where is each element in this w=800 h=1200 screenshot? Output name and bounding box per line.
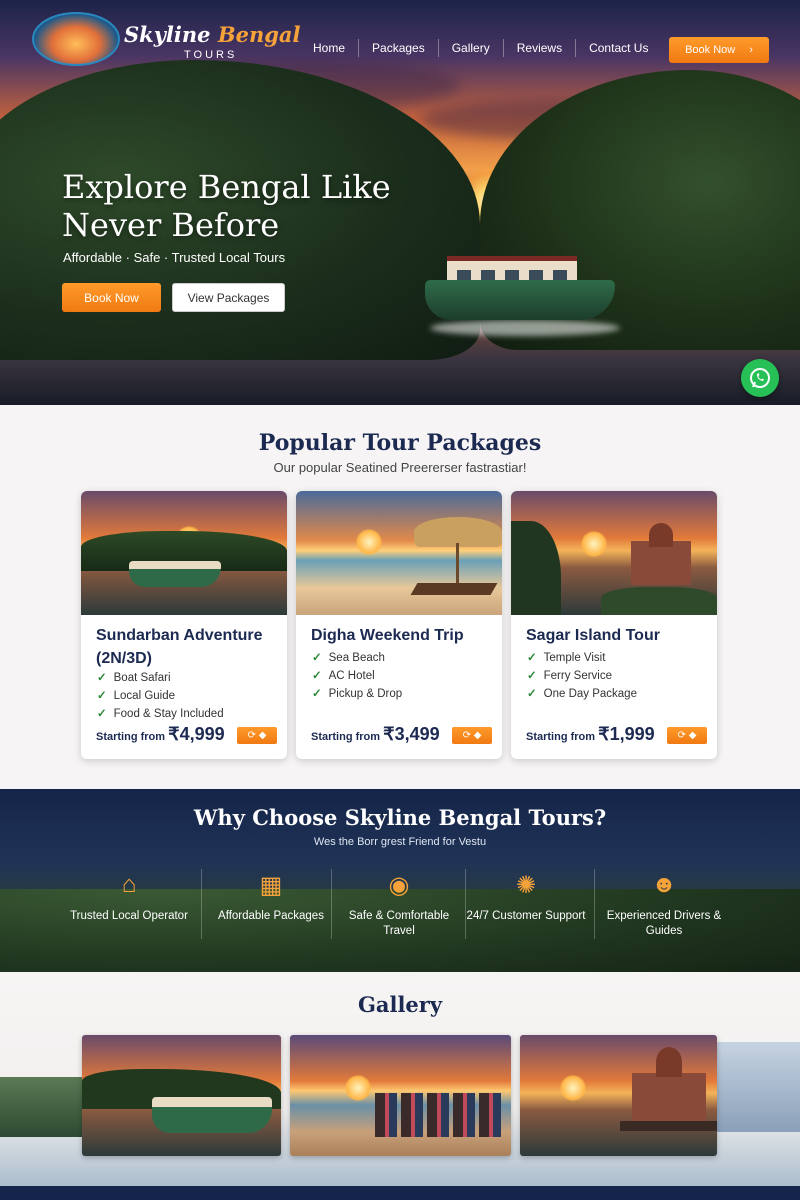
feature-support: ✺ 24/7 Customer Support	[461, 869, 591, 924]
logo-emblem-icon	[32, 12, 120, 66]
why-title: Why Choose Skyline Bengal Tours?	[193, 805, 607, 830]
package-card-sundarban[interactable]: Sundarban Adventure (2N/3D) ✓ Boat Safari…	[81, 491, 287, 759]
package-price: Starting from ₹1,999	[526, 724, 655, 744]
list-item: ✓ One Day Package	[527, 688, 637, 700]
header-book-now-button[interactable]: Book Now ›	[669, 37, 769, 63]
packages-section: Popular Tour Packages Our popular Seatin…	[0, 405, 800, 789]
divider	[201, 869, 202, 939]
support-icon: ✺	[515, 871, 537, 899]
divider	[594, 869, 595, 939]
why-subtitle: Wes the Borr grest Friend for Vestu	[313, 836, 487, 848]
package-book-button[interactable]: ⟳ ◆	[237, 727, 277, 744]
check-icon: ✓	[97, 708, 107, 720]
shield-icon: ◉	[388, 871, 410, 899]
package-price: Starting from ₹3,499	[311, 724, 440, 744]
list-item: ✓ Food & Stay Included	[97, 708, 224, 720]
list-item: ✓ AC Hotel	[312, 670, 375, 682]
package-title: Sagar Island Tour	[526, 627, 660, 644]
footer-strip	[0, 1186, 800, 1200]
check-icon: ✓	[527, 652, 537, 664]
divider	[331, 869, 332, 939]
feature-safe: ◉ Safe & Comfortable Travel	[334, 869, 464, 939]
nav-contact[interactable]: Contact Us	[576, 39, 661, 57]
package-features: ✓ Sea Beach ✓ AC Hotel ✓ Pickup & Drop	[312, 649, 402, 703]
brand-sub: TOURS	[184, 49, 238, 61]
nav-gallery[interactable]: Gallery	[439, 39, 504, 57]
nav-home[interactable]: Home	[300, 39, 360, 57]
list-item: ✓ Local Guide	[97, 690, 176, 702]
check-icon: ✓	[527, 688, 537, 700]
package-features: ✓ Temple Visit ✓ Ferry Service ✓ One Day Pa…	[527, 649, 637, 703]
whatsapp-button[interactable]	[741, 359, 779, 397]
gallery-bg-left	[0, 1077, 82, 1137]
brand-name: Skyline Bengal	[124, 22, 301, 47]
check-icon: ✓	[97, 690, 107, 702]
feature-drivers: ☻ Experienced Drivers & Guides	[606, 871, 722, 937]
gallery-title: Gallery	[357, 992, 443, 1017]
hero-boat-image	[425, 250, 615, 336]
sundarban-image	[81, 491, 287, 615]
check-icon: ✓	[312, 688, 322, 700]
hero-section: Skyline Bengal TOURS Home Packages Galle…	[0, 0, 800, 405]
gallery-bg-right	[716, 1042, 800, 1132]
brand-logo[interactable]: Skyline Bengal TOURS	[32, 10, 300, 68]
whatsapp-icon	[750, 368, 770, 388]
hero-book-now-button[interactable]: Book Now	[62, 283, 161, 312]
gallery-image-temple[interactable]	[520, 1035, 717, 1156]
package-book-button[interactable]: ⟳ ◆	[667, 727, 707, 744]
nav-reviews[interactable]: Reviews	[504, 39, 577, 57]
gallery-image-boat[interactable]	[82, 1035, 281, 1156]
view-packages-button[interactable]: View Packages	[172, 283, 285, 312]
list-item: ✓ Sea Beach	[312, 652, 385, 664]
house-icon: ⌂	[121, 871, 137, 898]
main-nav: Home Packages Gallery Reviews Contact Us	[300, 38, 661, 58]
check-icon: ✓	[312, 670, 322, 682]
packages-subtitle: Our popular Seatined Preererser fastrast…	[273, 460, 527, 475]
list-item: ✓ Temple Visit	[527, 652, 606, 664]
package-card-sagar[interactable]: Sagar Island Tour ✓ Temple Visit ✓ Ferry S…	[511, 491, 717, 759]
header-book-now-label: Book Now	[685, 44, 736, 56]
gallery-section: Gallery	[0, 972, 800, 1200]
package-card-digha[interactable]: Digha Weekend Trip ✓ Sea Beach ✓ AC Hotel …	[296, 491, 502, 759]
check-icon: ✓	[97, 672, 107, 684]
arrow-icon: ⟳ ◆	[247, 730, 267, 741]
digha-image	[296, 491, 502, 615]
bus-icon: ▦	[259, 871, 283, 899]
package-title: Digha Weekend Trip	[311, 627, 464, 644]
list-item: ✓ Boat Safari	[97, 672, 171, 684]
package-book-button[interactable]: ⟳ ◆	[452, 727, 492, 744]
hero-title: Explore Bengal Like Never Before	[62, 168, 391, 244]
sagar-image	[511, 491, 717, 615]
why-choose-section: Why Choose Skyline Bengal Tours? Wes the…	[0, 789, 800, 972]
list-item: ✓ Ferry Service	[527, 670, 613, 682]
check-icon: ✓	[527, 670, 537, 682]
chevron-right-icon: ›	[749, 44, 753, 56]
package-title: Sundarban Adventure (2N/3D)	[96, 627, 263, 667]
arrow-icon: ⟳ ◆	[462, 730, 482, 741]
arrow-icon: ⟳ ◆	[677, 730, 697, 741]
feature-affordable: ▦ Affordable Packages	[206, 869, 336, 924]
nav-packages[interactable]: Packages	[359, 39, 439, 57]
hero-tagline: Affordable · Safe · Trusted Local Tours	[63, 250, 286, 265]
package-features: ✓ Boat Safari ✓ Local Guide ✓ Food & Stay I…	[97, 669, 224, 723]
check-icon: ✓	[312, 652, 322, 664]
group-icon: ☻	[651, 871, 677, 898]
gallery-image-beach[interactable]	[290, 1035, 511, 1156]
packages-title: Popular Tour Packages	[258, 430, 542, 456]
package-price: Starting from ₹4,999	[96, 724, 225, 744]
feature-trusted: ⌂ Trusted Local Operator	[70, 871, 188, 922]
list-item: ✓ Pickup & Drop	[312, 688, 403, 700]
